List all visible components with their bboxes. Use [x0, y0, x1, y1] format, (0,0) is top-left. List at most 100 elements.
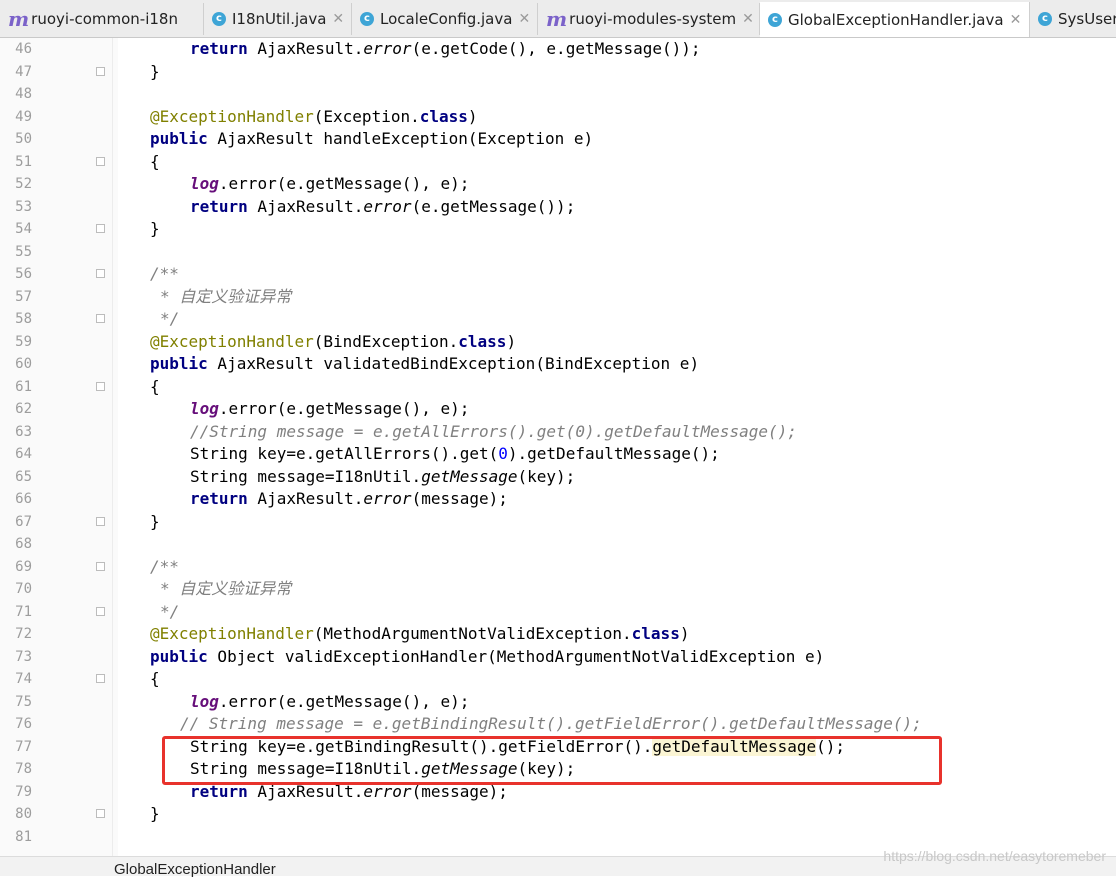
line-number: 50: [15, 131, 32, 147]
fold-icon[interactable]: [96, 516, 105, 526]
code-text: {: [150, 669, 160, 688]
line-number: 73: [15, 648, 32, 665]
code-text: String key=e.getAllErrors().get(0).getDe…: [190, 444, 720, 463]
code-text: * 自定义验证异常: [160, 579, 292, 598]
code-text: // String message = e.getBindingResult()…: [180, 714, 922, 733]
close-icon[interactable]: ✕: [518, 11, 530, 27]
fold-icon[interactable]: [96, 606, 105, 616]
code-text: @ExceptionHandler(MethodArgumentNotValid…: [150, 624, 690, 643]
tab-i18nutil[interactable]: c I18nUtil.java ✕: [204, 3, 352, 35]
line-number: 65: [15, 468, 32, 485]
code-line: 61 {: [0, 376, 1116, 398]
line-number: 81: [15, 828, 32, 845]
fold-icon[interactable]: [96, 156, 105, 166]
fold-icon[interactable]: [96, 674, 105, 683]
line-number: 76: [15, 716, 32, 732]
code-line: 69 /**: [0, 556, 1116, 578]
code-text: /**: [150, 556, 179, 576]
fold-icon[interactable]: [96, 809, 105, 818]
code-line: 60 public AjaxResult validatedBindExcept…: [0, 353, 1116, 375]
tab-localeconfig[interactable]: c LocaleConfig.java ✕: [352, 3, 538, 35]
fold-icon[interactable]: [96, 314, 105, 323]
line-number: 66: [15, 491, 32, 507]
line-number: 60: [15, 356, 32, 372]
line-number: 57: [15, 288, 32, 305]
code-text: * 自定义验证异常: [160, 286, 292, 306]
line-number: 56: [15, 266, 32, 282]
code-text: }: [150, 219, 160, 238]
class-icon: c: [360, 12, 374, 26]
code-line: 81: [0, 826, 1116, 848]
line-number: 59: [15, 333, 32, 350]
line-number: 61: [15, 378, 32, 395]
code-text: */: [160, 309, 180, 328]
tab-ruoyi-common-i18n[interactable]: m ruoyi-common-i18n: [0, 3, 204, 35]
tab-globalexceptionhandler[interactable]: c GlobalExceptionHandler.java ✕: [760, 2, 1030, 37]
code-line: 59 @ExceptionHandler(BindException.class…: [0, 331, 1116, 353]
code-line: 47 }: [0, 61, 1116, 83]
line-number: 64: [15, 446, 32, 462]
line-number: 70: [15, 581, 32, 597]
code-text: }: [150, 804, 160, 823]
code-line: 67 }: [0, 511, 1116, 533]
tab-label: I18nUtil.java: [232, 10, 327, 28]
code-editor[interactable]: 46 return AjaxResult.error(e.getCode(), …: [0, 38, 1116, 856]
code-line: 48: [0, 83, 1116, 105]
class-icon: c: [768, 12, 782, 27]
close-icon[interactable]: ✕: [332, 11, 344, 27]
line-number: 48: [15, 86, 32, 102]
code-line: 51 {: [0, 151, 1116, 173]
line-number: 67: [15, 513, 32, 530]
code-text: log.error(e.getMessage(), e);: [190, 174, 470, 193]
tab-label: SysUser: [1058, 10, 1116, 28]
code-line: 46 return AjaxResult.error(e.getCode(), …: [0, 38, 1116, 60]
tab-sysuser[interactable]: c SysUser: [1030, 3, 1116, 35]
close-icon[interactable]: ✕: [1010, 12, 1022, 28]
code-text: */: [160, 601, 180, 621]
code-line: 66 return AjaxResult.error(message);: [0, 488, 1116, 510]
code-text: /**: [150, 264, 179, 283]
close-icon[interactable]: ✕: [742, 11, 754, 27]
line-number: 58: [15, 311, 32, 327]
code-line: 68: [0, 533, 1116, 555]
line-number: 72: [15, 626, 32, 642]
code-line: 52 log.error(e.getMessage(), e);: [0, 173, 1116, 195]
code-line: 58 */: [0, 308, 1116, 330]
line-number: 54: [15, 221, 32, 237]
code-line: 62 log.error(e.getMessage(), e);: [0, 398, 1116, 420]
line-number: 80: [15, 806, 32, 822]
code-text: log.error(e.getMessage(), e);: [190, 399, 470, 418]
line-number: 62: [15, 401, 32, 417]
code-line: 64 String key=e.getAllErrors().get(0).ge…: [0, 443, 1116, 465]
code-line: 55: [0, 241, 1116, 263]
line-number: 69: [15, 558, 32, 575]
code-text: public AjaxResult handleException(Except…: [150, 129, 594, 148]
code-line: 49 @ExceptionHandler(Exception.class): [0, 106, 1116, 128]
class-icon: c: [1038, 12, 1052, 26]
breadcrumb[interactable]: GlobalExceptionHandler: [114, 861, 276, 878]
line-number: 63: [15, 423, 32, 440]
code-text: }: [150, 61, 160, 81]
tab-label: ruoyi-common-i18n: [31, 10, 178, 28]
code-line: 75 log.error(e.getMessage(), e);: [0, 691, 1116, 713]
watermark: https://blog.csdn.net/easytoremeber: [883, 848, 1106, 864]
tab-ruoyi-modules-system[interactable]: m ruoyi-modules-system ✕: [538, 3, 760, 35]
line-number: 77: [15, 738, 32, 755]
code-text: return AjaxResult.error(message);: [190, 489, 508, 508]
line-number: 49: [15, 108, 32, 125]
line-number: 52: [15, 176, 32, 192]
line-number: 78: [15, 761, 32, 777]
fold-icon[interactable]: [96, 381, 105, 391]
fold-icon[interactable]: [96, 66, 105, 76]
fold-icon[interactable]: [96, 561, 105, 571]
code-line: 73 public Object validExceptionHandler(M…: [0, 646, 1116, 668]
code-text: @ExceptionHandler(BindException.class): [150, 331, 517, 351]
code-line: 50 public AjaxResult handleException(Exc…: [0, 128, 1116, 150]
code-line: 72 @ExceptionHandler(MethodArgumentNotVa…: [0, 623, 1116, 645]
code-line: 74 {: [0, 668, 1116, 690]
code-text: //String message = e.getAllErrors().get(…: [190, 421, 797, 441]
fold-icon[interactable]: [96, 224, 105, 233]
tab-label: GlobalExceptionHandler.java: [788, 10, 1004, 29]
fold-icon[interactable]: [96, 269, 105, 278]
line-number: 68: [15, 536, 32, 552]
